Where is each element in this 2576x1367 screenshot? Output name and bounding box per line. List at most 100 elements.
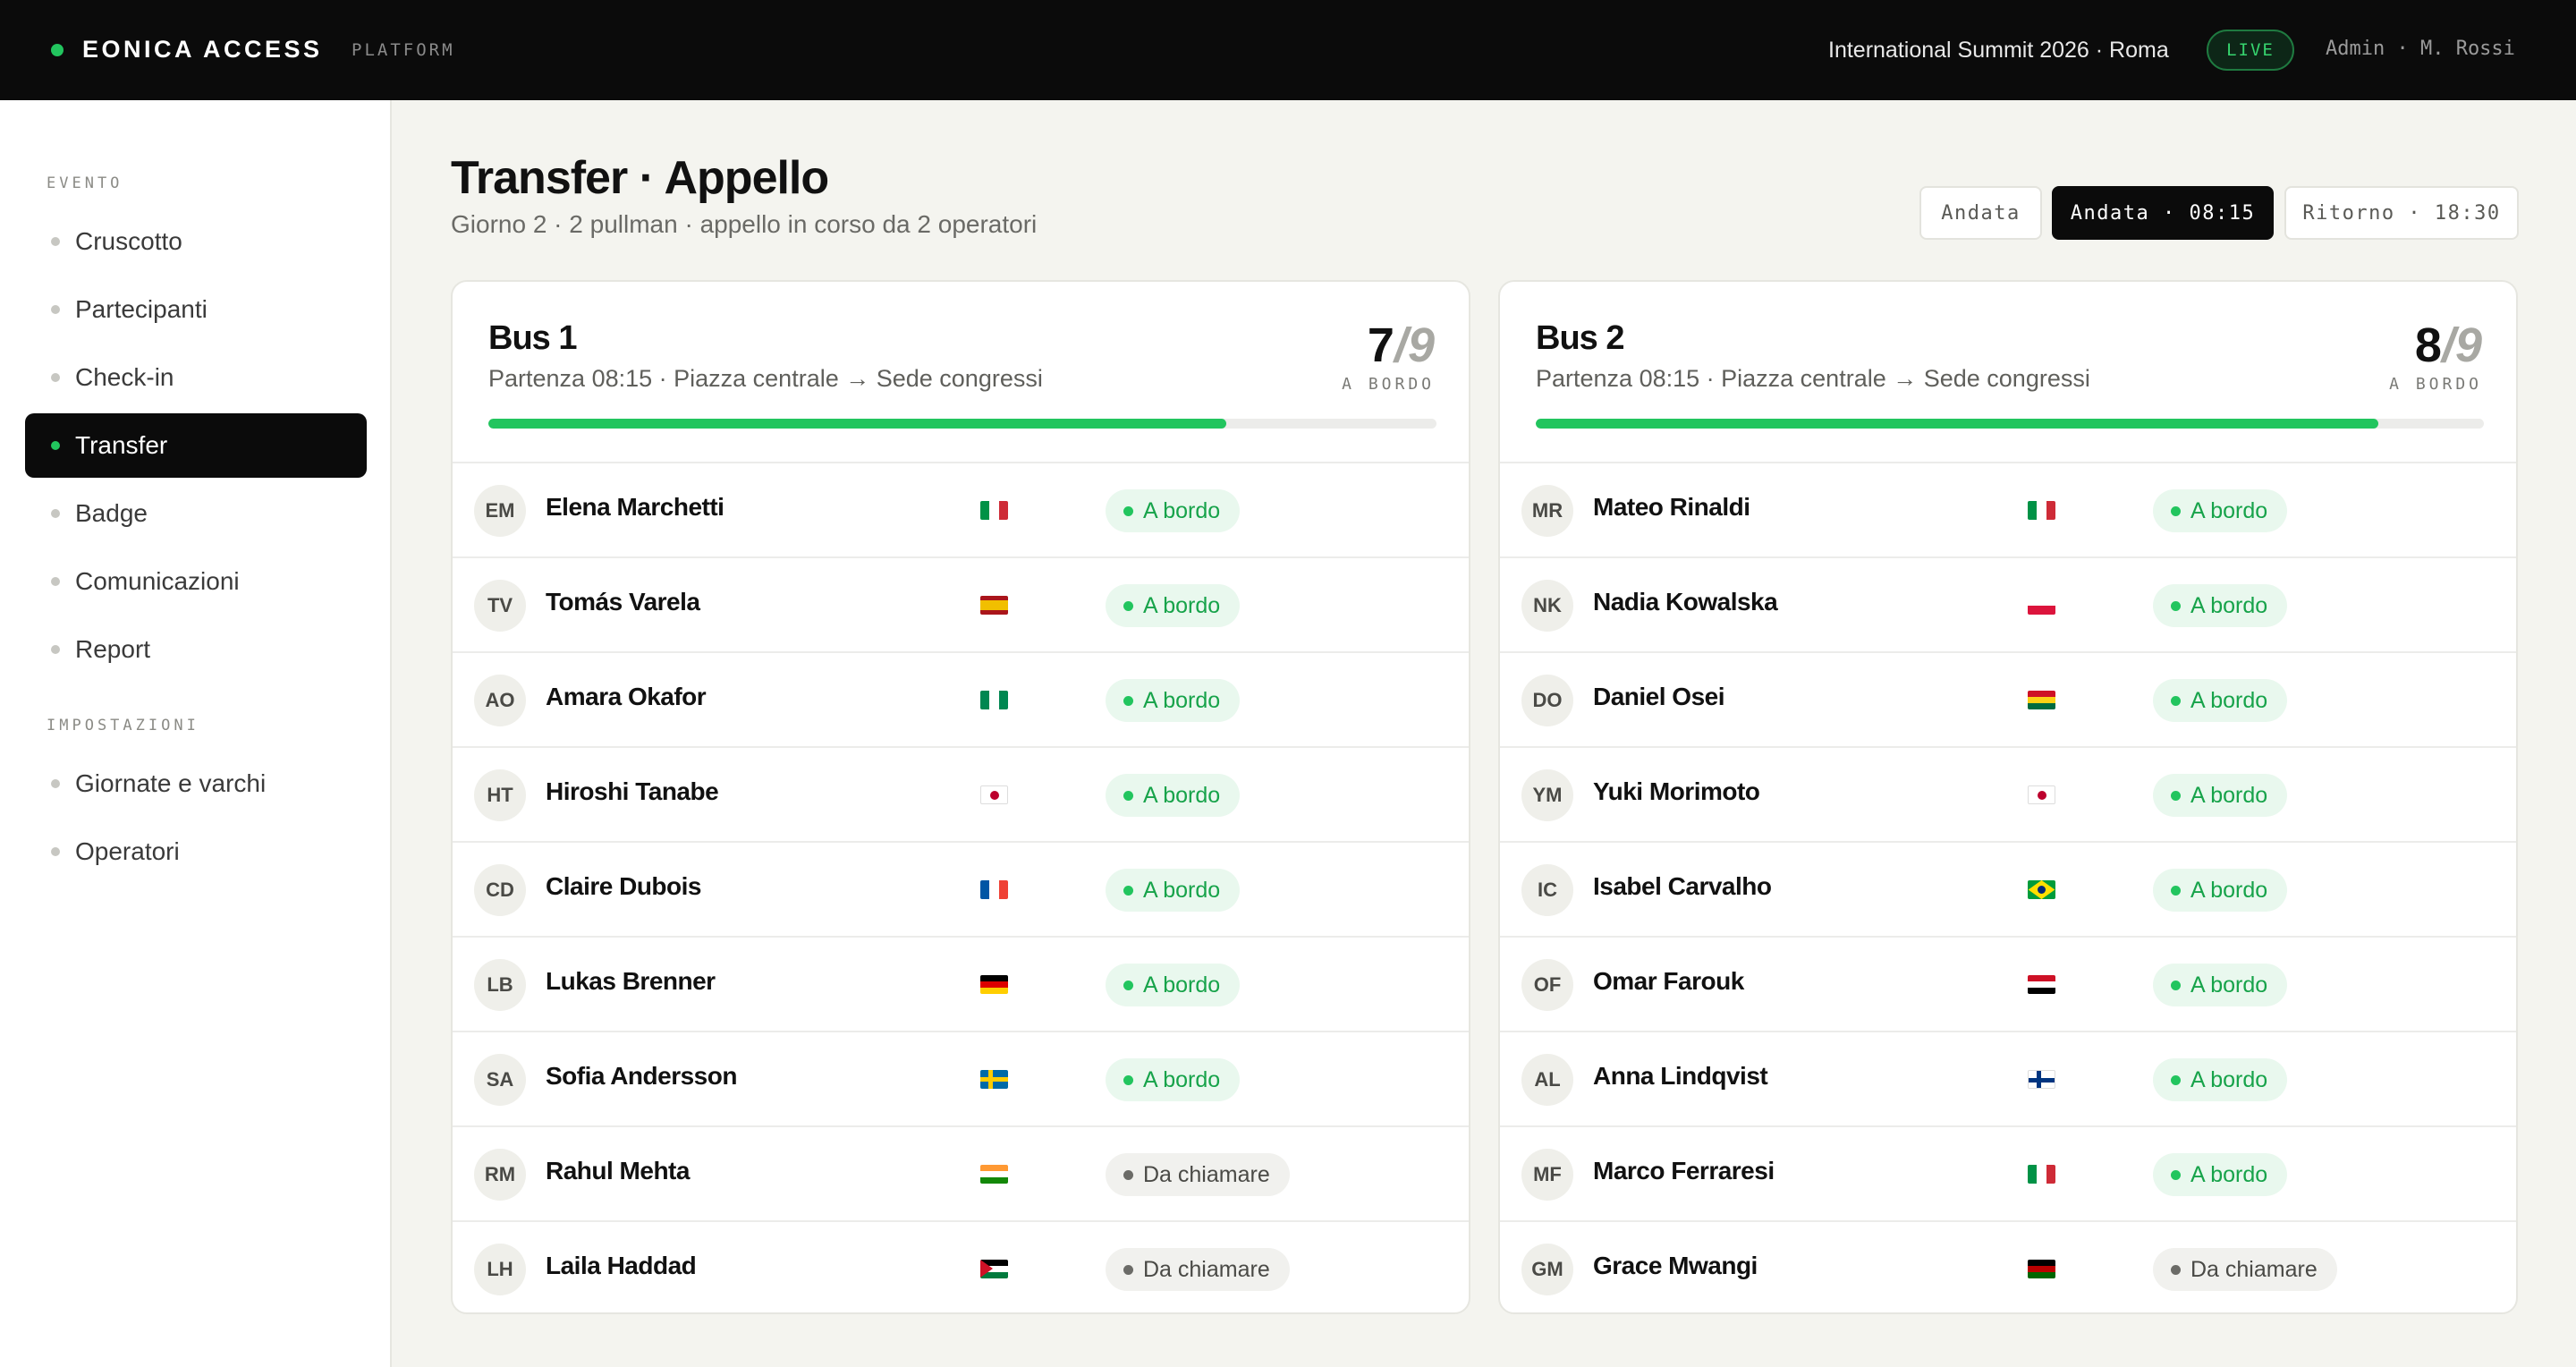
sidebar-item-report[interactable]: Report [25, 617, 367, 682]
india-flag-icon [980, 1165, 1008, 1184]
status-badge[interactable]: A bordo [1106, 584, 1241, 627]
passenger-name: Nadia Kowalska [1593, 588, 1778, 616]
sidebar-item-partecipanti[interactable]: Partecipanti [25, 277, 367, 342]
status-badge[interactable]: A bordo [1106, 489, 1241, 532]
brazil-flag-icon [2028, 880, 2055, 899]
onboard-label: A BORDO [1342, 375, 1435, 394]
status-badge[interactable]: A bordo [2153, 774, 2288, 817]
bus-card: Bus 1 Partenza 08:15 · Piazza centrale →… [451, 280, 1470, 1314]
avatar: TV [474, 580, 526, 632]
bullet-icon [51, 305, 60, 314]
bus-title: Bus 1 [488, 319, 577, 357]
boarding-progress-bar [1536, 419, 2484, 429]
bus-title: Bus 2 [1536, 319, 1624, 357]
avatar: OF [1521, 959, 1573, 1011]
sidebar-item-badge[interactable]: Badge [25, 481, 367, 546]
sidebar-item-operatori[interactable]: Operatori [25, 819, 367, 884]
japan-flag-icon [980, 785, 1008, 804]
passenger-name: Sofia Andersson [546, 1062, 737, 1090]
passenger-name: Omar Farouk [1593, 967, 1744, 995]
avatar: SA [474, 1054, 526, 1106]
germany-flag-icon [980, 975, 1008, 994]
passenger-name: Rahul Mehta [546, 1157, 690, 1184]
passenger-row[interactable]: LH Laila Haddad Da chiamare [453, 1220, 1469, 1312]
status-badge[interactable]: A bordo [2153, 964, 2288, 1006]
passenger-row[interactable]: LB Lukas Brenner A bordo [453, 936, 1469, 1031]
passenger-row[interactable]: EM Elena Marchetti A bordo [453, 462, 1469, 556]
sidebar-item-giornate-e-varchi[interactable]: Giornate e varchi [25, 751, 367, 816]
passenger-row[interactable]: YM Yuki Morimoto A bordo [1500, 746, 2516, 841]
tab-ritorno-1830[interactable]: Ritorno · 18:30 [2284, 186, 2519, 240]
passenger-row[interactable]: MF Marco Ferraresi A bordo [1500, 1125, 2516, 1220]
passenger-row[interactable]: CD Claire Dubois A bordo [453, 841, 1469, 936]
sidebar-item-cruscotto[interactable]: Cruscotto [25, 209, 367, 274]
passenger-row[interactable]: DO Daniel Osei A bordo [1500, 651, 2516, 746]
bullet-icon [51, 779, 60, 788]
status-badge[interactable]: A bordo [2153, 1153, 2288, 1196]
event-name[interactable]: International Summit 2026 · Roma [1828, 36, 2169, 64]
bullet-icon [51, 441, 60, 450]
status-badge[interactable]: Da chiamare [1106, 1153, 1290, 1196]
passenger-name: Claire Dubois [546, 872, 701, 900]
passenger-name: Hiroshi Tanabe [546, 777, 719, 805]
avatar: GM [1521, 1244, 1573, 1295]
italy-flag-icon [980, 501, 1008, 520]
avatar: NK [1521, 580, 1573, 632]
avatar: CD [474, 864, 526, 916]
sidebar-item-check-in[interactable]: Check-in [25, 345, 367, 410]
passenger-row[interactable]: RM Rahul Mehta Da chiamare [453, 1125, 1469, 1220]
bullet-icon [51, 645, 60, 654]
progress-fill [488, 419, 1226, 429]
sidebar-item-label: Badge [75, 499, 148, 527]
avatar: MR [1521, 485, 1573, 537]
sidebar-item-comunicazioni[interactable]: Comunicazioni [25, 549, 367, 614]
status-badge[interactable]: A bordo [1106, 774, 1241, 817]
passenger-list: EM Elena Marchetti A bordo TV Tomás Varela A … [453, 462, 1469, 1312]
tab-andata[interactable]: Andata [1919, 186, 2042, 240]
status-badge[interactable]: A bordo [2153, 679, 2288, 722]
page-title: Transfer · Appello [451, 152, 829, 204]
kenya-flag-icon [2028, 1260, 2055, 1278]
avatar: RM [474, 1149, 526, 1201]
passenger-row[interactable]: AL Anna Lindqvist A bordo [1500, 1031, 2516, 1125]
status-badge[interactable]: A bordo [2153, 869, 2288, 912]
bus-card: Bus 2 Partenza 08:15 · Piazza centrale →… [1498, 280, 2518, 1314]
tab-andata-0815[interactable]: Andata · 08:15 [2052, 186, 2274, 240]
status-badge[interactable]: A bordo [1106, 679, 1241, 722]
admin-user[interactable]: Admin · M. Rossi [2326, 36, 2515, 63]
passenger-row[interactable]: AO Amara Okafor A bordo [453, 651, 1469, 746]
status-badge[interactable]: A bordo [1106, 964, 1241, 1006]
ghana-flag-icon [2028, 691, 2055, 709]
japan-flag-icon [2028, 785, 2055, 804]
passenger-row[interactable]: TV Tomás Varela A bordo [453, 556, 1469, 651]
avatar: HT [474, 769, 526, 821]
italy-flag-icon [2028, 1165, 2055, 1184]
status-badge[interactable]: A bordo [2153, 584, 2288, 627]
onboard-value: 7 [1367, 318, 1394, 372]
sidebar-item-label: Cruscotto [75, 227, 182, 255]
onboard-label: A BORDO [2389, 375, 2482, 394]
sidebar-item-transfer[interactable]: Transfer [25, 413, 367, 478]
finland-flag-icon [2028, 1070, 2055, 1089]
status-badge[interactable]: A bordo [1106, 869, 1241, 912]
status-badge[interactable]: Da chiamare [2153, 1248, 2337, 1291]
passenger-row[interactable]: GM Grace Mwangi Da chiamare [1500, 1220, 2516, 1312]
passenger-row[interactable]: HT Hiroshi Tanabe A bordo [453, 746, 1469, 841]
status-badge[interactable]: A bordo [2153, 1058, 2288, 1101]
bullet-icon [51, 847, 60, 856]
passenger-row[interactable]: OF Omar Farouk A bordo [1500, 936, 2516, 1031]
passenger-name: Lukas Brenner [546, 967, 716, 995]
passenger-row[interactable]: IC Isabel Carvalho A bordo [1500, 841, 2516, 936]
avatar: LB [474, 959, 526, 1011]
bullet-icon [51, 373, 60, 382]
sidebar-item-label: Giornate e varchi [75, 769, 267, 797]
live-badge: LIVE [2207, 30, 2294, 71]
passenger-row[interactable]: MR Mateo Rinaldi A bordo [1500, 462, 2516, 556]
sidebar-section-evento: EVENTO [47, 174, 123, 192]
brand-logo[interactable]: EONICA ACCESS [82, 34, 323, 64]
status-badge[interactable]: A bordo [2153, 489, 2288, 532]
passenger-row[interactable]: NK Nadia Kowalska A bordo [1500, 556, 2516, 651]
status-badge[interactable]: Da chiamare [1106, 1248, 1290, 1291]
passenger-row[interactable]: SA Sofia Andersson A bordo [453, 1031, 1469, 1125]
status-badge[interactable]: A bordo [1106, 1058, 1241, 1101]
